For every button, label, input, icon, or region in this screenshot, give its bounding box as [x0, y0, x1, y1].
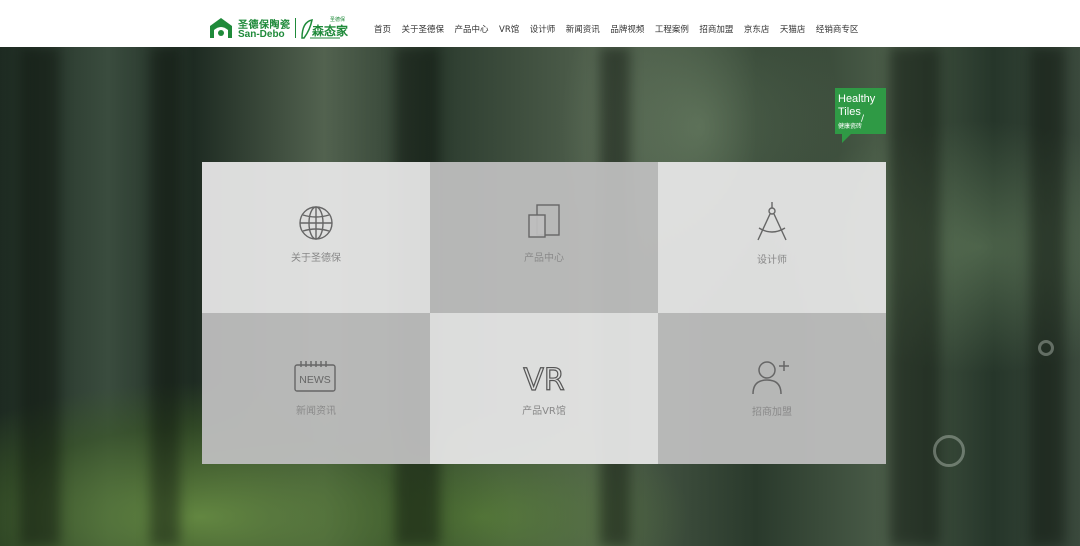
vr-icon: VR	[523, 362, 566, 394]
nav-item-products[interactable]: 产品中心	[455, 24, 489, 36]
tree-trunk	[20, 47, 60, 546]
tile-franchise[interactable]: 招商加盟	[658, 313, 886, 464]
tile-products[interactable]: 产品中心	[430, 162, 658, 313]
site-logo[interactable]: 圣德保陶瓷 San-Debo 森态家 圣德保	[208, 14, 348, 42]
tile-designer[interactable]: 设计师	[658, 162, 886, 313]
tile-vr-label: 产品VR馆	[522, 406, 566, 417]
nav-item-brand-video[interactable]: 品牌视频	[610, 24, 644, 36]
nav-item-news[interactable]: 新闻资讯	[566, 24, 600, 36]
nav-item-franchise[interactable]: 招商加盟	[699, 24, 733, 36]
logo-sub-brand: 森态家	[312, 24, 349, 38]
feature-tile-grid: 关于圣德保 产品中心 设计师 NEWS 新闻资讯 VR 产品VR馆 招商加盟	[202, 162, 886, 464]
nav-item-tmall-store[interactable]: 天猫店	[780, 24, 806, 36]
tile-products-label: 产品中心	[524, 253, 564, 264]
tile-news[interactable]: NEWS 新闻资讯	[202, 313, 430, 464]
healthy-tiles-badge: Healthy Tiles / 健康瓷砖	[835, 88, 886, 134]
logo-sub-tag: 圣德保	[330, 17, 346, 23]
bokeh-circle	[933, 435, 965, 467]
nav-item-home[interactable]: 首页	[374, 24, 391, 36]
nav-item-about[interactable]: 关于圣德保	[402, 24, 445, 36]
tile-vr[interactable]: VR 产品VR馆	[430, 313, 658, 464]
nav-item-designer[interactable]: 设计师	[530, 24, 556, 36]
logo-divider	[295, 18, 296, 38]
globe-icon	[299, 206, 333, 240]
tree-trunk	[890, 47, 940, 546]
badge-line-2: Tiles	[838, 106, 861, 118]
compass-icon	[757, 202, 787, 241]
main-nav: 首页 关于圣德保 产品中心 VR馆 设计师 新闻资讯 品牌视频 工程案例 招商加…	[374, 24, 869, 36]
badge-line-1: Healthy	[838, 93, 876, 105]
tile-news-label: 新闻资讯	[296, 406, 336, 417]
nav-item-projects[interactable]: 工程案例	[655, 24, 689, 36]
logo-brand-en: San-Debo	[238, 29, 285, 40]
tree-trunk	[150, 47, 180, 546]
tile-designer-label: 设计师	[757, 255, 787, 266]
nav-item-jd-store[interactable]: 京东店	[744, 24, 770, 36]
badge-line-3: 健康瓷砖	[838, 123, 863, 130]
tile-about-label: 关于圣德保	[291, 253, 341, 264]
news-icon: NEWS	[294, 361, 336, 392]
nav-item-dealer-zone[interactable]: 经销商专区	[816, 24, 859, 36]
tile-about[interactable]: 关于圣德保	[202, 162, 430, 313]
news-icon-text: NEWS	[299, 374, 331, 386]
overlapping-squares-icon	[528, 204, 560, 238]
bokeh-circle	[1038, 340, 1054, 356]
add-user-icon	[752, 361, 789, 395]
vr-icon-text: VR	[523, 363, 564, 394]
tile-franchise-label: 招商加盟	[752, 407, 792, 418]
tree-trunk	[1030, 47, 1065, 546]
house-logo-icon	[210, 18, 232, 38]
badge-tail	[842, 133, 852, 143]
site-header: 圣德保陶瓷 San-Debo 森态家 圣德保 首页 关于圣德保 产品中心 VR馆…	[0, 0, 1080, 47]
nav-item-vr[interactable]: VR馆	[499, 24, 519, 36]
